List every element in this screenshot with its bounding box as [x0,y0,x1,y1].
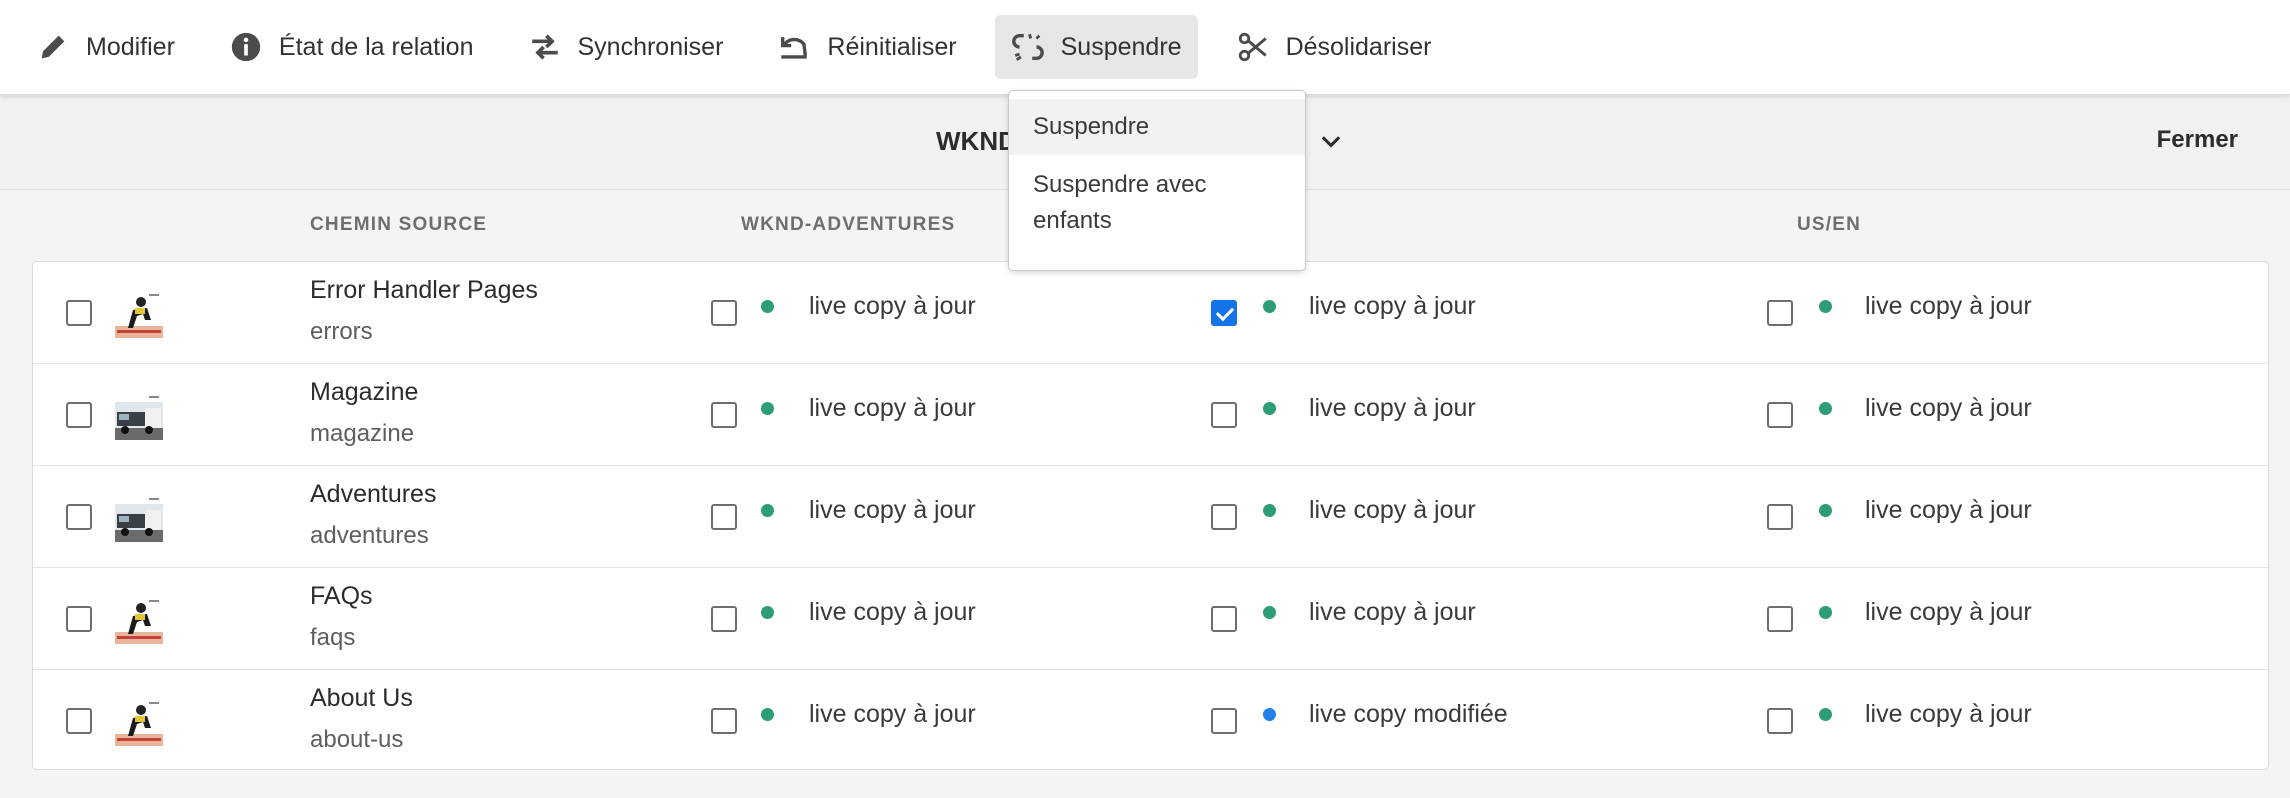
page-thumbnail [115,494,163,542]
page-thumbnail [115,596,163,644]
table-row[interactable]: Error Handler Pages errors live copy à jou… [33,262,2268,364]
modify-button[interactable]: Modifier [20,15,191,79]
page-path: errors [310,318,373,345]
reset-button[interactable]: Réinitialiser [761,15,972,79]
live-copy-checkbox[interactable] [1211,504,1237,530]
detach-label: Désolidariser [1285,32,1432,61]
modify-label: Modifier [86,32,175,61]
undo-icon [777,30,811,64]
live-copy-status: live copy à jour [809,496,976,524]
scissors-icon [1236,30,1270,64]
live-copy-status: live copy à jour [1865,394,2032,422]
page-title: Error Handler Pages [310,276,538,304]
live-copy-status: live copy à jour [1865,700,2032,728]
detach-button[interactable]: Désolidariser [1220,15,1448,79]
live-copy-status: live copy à jour [809,292,976,320]
page-thumbnail [115,290,163,338]
status-dot-icon [761,402,774,415]
status-dot-icon [1819,300,1832,313]
sync-icon [528,30,562,64]
menu-item-suspend-with-children[interactable]: Suspendre avec enfants [1009,155,1305,239]
live-copy-checkbox[interactable] [1211,300,1237,326]
page-path: faqs [310,624,356,651]
status-dot-icon [1263,402,1276,415]
page-thumbnail [115,698,163,746]
column-header-us-en: US/EN [1797,214,1862,235]
status-dot-icon [1819,402,1832,415]
action-toolbar: Modifier État de la relation Synchronise… [0,0,2290,95]
row-select-checkbox[interactable] [66,606,92,632]
panel-title: WKND [936,126,1017,156]
row-select-checkbox[interactable] [66,402,92,428]
live-copy-checkbox[interactable] [711,606,737,632]
page-thumbnail [115,392,163,440]
chevron-down-icon [1317,128,1345,156]
page-path: about-us [310,726,404,753]
reset-label: Réinitialiser [827,32,957,61]
live-copy-checkbox[interactable] [711,708,737,734]
page-path: adventures [310,522,429,549]
table-row[interactable]: About Us about-us live copy à jour live cop… [33,670,2268,772]
column-header-source-path: CHEMIN SOURCE [310,214,488,235]
suspend-label: Suspendre [1060,32,1182,61]
info-icon [229,30,263,64]
live-copy-checkbox[interactable] [1211,606,1237,632]
live-copy-status: live copy modifiée [1309,700,1508,728]
suspend-button[interactable]: Suspendre [994,15,1198,79]
live-copy-status: live copy à jour [1865,598,2032,626]
status-dot-icon [761,606,774,619]
live-copy-checkbox[interactable] [1767,300,1793,326]
column-header-wknd-adventures: WKND-ADVENTURES [741,214,956,235]
live-copy-checkbox[interactable] [1211,708,1237,734]
suspend-dropdown-menu: Suspendre Suspendre avec enfants [1008,90,1306,271]
live-copy-status: live copy à jour [1865,292,2032,320]
row-select-checkbox[interactable] [66,708,92,734]
status-dot-icon [761,504,774,517]
table-row[interactable]: Adventures adventures live copy à jour live… [33,466,2268,568]
status-dot-icon [1819,708,1832,721]
table-row[interactable]: FAQs faqs live copy à jour live copy à jour… [33,568,2268,670]
live-copy-status: live copy à jour [809,598,976,626]
table-row[interactable]: Magazine magazine live copy à jour live cop… [33,364,2268,466]
page-title: FAQs [310,582,373,610]
live-copy-status: live copy à jour [809,394,976,422]
status-dot-icon [1819,504,1832,517]
page-title: Magazine [310,378,419,406]
live-copy-checkbox[interactable] [1767,402,1793,428]
synchronize-label: Synchroniser [577,32,724,61]
relationship-status-button[interactable]: État de la relation [213,15,490,79]
synchronize-button[interactable]: Synchroniser [512,15,740,79]
live-copy-status: live copy à jour [1309,394,1476,422]
row-select-checkbox[interactable] [66,300,92,326]
page-title: About Us [310,684,413,712]
relationship-status-label: État de la relation [278,32,474,61]
live-copy-status: live copy à jour [1309,598,1476,626]
status-dot-icon [761,708,774,721]
live-copy-checkbox[interactable] [1767,504,1793,530]
live-copy-checkbox[interactable] [1211,402,1237,428]
live-copy-checkbox[interactable] [711,504,737,530]
status-dot-icon [1263,300,1276,313]
live-copy-status: live copy à jour [809,700,976,728]
row-select-checkbox[interactable] [66,504,92,530]
status-dot-icon [1263,504,1276,517]
pencil-icon [36,30,70,64]
status-dot-icon [1263,606,1276,619]
page-title: Adventures [310,480,437,508]
live-copy-checkbox[interactable] [711,300,737,326]
status-dot-icon [1819,606,1832,619]
live-copy-checkbox[interactable] [1767,606,1793,632]
live-copy-checkbox[interactable] [711,402,737,428]
page-path: magazine [310,420,415,447]
status-dot-icon [1263,708,1276,721]
live-copy-checkbox[interactable] [1767,708,1793,734]
live-copy-status: live copy à jour [1309,496,1476,524]
menu-item-suspend[interactable]: Suspendre [1009,99,1305,155]
live-copy-table: Error Handler Pages errors live copy à jou… [32,261,2269,770]
status-dot-icon [761,300,774,313]
close-button[interactable]: Fermer [2157,126,2238,154]
live-copy-status: live copy à jour [1865,496,2032,524]
live-copy-status: live copy à jour [1309,292,1476,320]
unlink-icon [1011,30,1045,64]
